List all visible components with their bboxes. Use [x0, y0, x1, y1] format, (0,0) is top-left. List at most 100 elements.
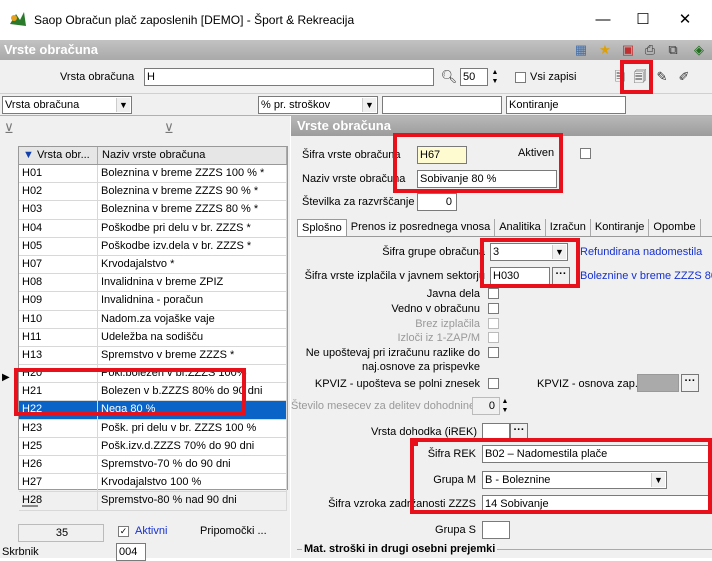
cell-name: Pošk.izv.d.ZZZS 70% do 90 dni	[98, 437, 287, 455]
stevilo-mesecev-input[interactable]: 0	[472, 397, 500, 415]
stevilka-input[interactable]: 0	[417, 193, 457, 211]
table-row[interactable]: H02 Boleznina v breme ZZZS 90 % *	[19, 183, 287, 202]
maximize-button[interactable]: ☐	[628, 9, 658, 31]
table-row[interactable]: H01 Boleznina v breme ZZZS 100 % *	[19, 165, 287, 184]
minimize-button[interactable]: —	[588, 9, 618, 31]
javna-dela-checkbox[interactable]	[488, 288, 499, 299]
stevilo-spinner[interactable]: ▲ ▼	[500, 397, 510, 415]
delete-record-icon[interactable]: ✐	[675, 68, 693, 86]
grid-icon[interactable]: ▦	[572, 41, 590, 59]
aktiven-checkbox[interactable]	[580, 148, 591, 159]
grid-header: ▼ Vrsta obr... Naziv vrste obračuna	[19, 147, 287, 165]
izloci-checkbox[interactable]	[488, 332, 499, 343]
izplacila-label: Šifra vrste izplačila v javnem sektorju	[304, 270, 485, 282]
cell-name: Udeležba na sodišču	[98, 328, 287, 346]
javna-dela-label: Javna dela	[426, 288, 480, 300]
neupostevaj-label: Ne upoštevaj pri izračunu razlike do	[305, 347, 480, 359]
cell-code: H05	[19, 237, 98, 255]
grupa-s-input[interactable]	[482, 521, 510, 539]
copy-icon[interactable]: ⧉	[664, 41, 682, 59]
table-row[interactable]: H05 Poškodbe izv.dela v br. ZZZS *	[19, 237, 287, 256]
cell-name: Pošk. pri delu v br. ZZZS 100 %	[98, 419, 287, 437]
kpviz-lookup-button[interactable]: ···	[681, 374, 699, 392]
vedno-checkbox[interactable]	[488, 303, 499, 314]
sifra-label: Šifra vrste obračuna	[302, 149, 401, 161]
vedno-label: Vedno v obračunu	[391, 303, 480, 315]
table-row[interactable]: H13 Spremstvo v breme ZZZS *	[19, 346, 287, 366]
search-input[interactable]: H	[144, 68, 434, 86]
section-title: Vrste obračuna	[4, 42, 98, 57]
col-header-code[interactable]: ▼ Vrsta obr...	[19, 147, 98, 164]
table-row[interactable]: H11 Udeležba na sodišču	[19, 328, 287, 347]
kpviz-label: KPVIZ - upošteva se polni znesek	[314, 378, 480, 390]
close-button[interactable]: ✕	[670, 9, 700, 31]
cell-name: Krvodajalstvo 100 %	[98, 474, 287, 492]
cell-code: H10	[19, 310, 98, 328]
table-row[interactable]: H08 Invalidnina v breme ZPIZ	[19, 274, 287, 293]
filter-icon[interactable]: ⊻	[160, 120, 178, 138]
tab-prenos[interactable]: Prenos iz posrednega vnosa	[347, 219, 496, 236]
naziv-label: Naziv vrste obračuna	[302, 173, 406, 185]
table-row[interactable]: H27 Krvodajalstvo 100 %	[19, 474, 287, 493]
cell-code: H09	[19, 292, 98, 310]
cell-name: Spremstvo v breme ZZZS *	[98, 346, 287, 365]
active-checkbox[interactable]: ✓	[118, 526, 129, 537]
record-count-input[interactable]: 50	[460, 68, 488, 86]
count-spinner[interactable]: ▲ ▼	[490, 68, 500, 86]
kpviz-checkbox[interactable]	[488, 378, 499, 389]
filter-vrsta-obracuna[interactable]: Vrsta obračuna ▼	[2, 96, 132, 114]
tab-splosno[interactable]: Splošno	[297, 219, 347, 236]
tab-analitika[interactable]: Analitika	[495, 219, 546, 236]
skrbnik-label: Skrbnik	[2, 546, 39, 558]
mat-stroski-label: Mat. stroški in drugi osebni prejemki	[302, 543, 498, 555]
tools-button[interactable]: Pripomočki ...	[200, 525, 267, 537]
brez-checkbox[interactable]	[488, 318, 499, 329]
table-row[interactable]: H03 Boleznina v breme ZZZS 80 % *	[19, 201, 287, 220]
izplacila-link[interactable]: Boleznine v breme ZZZS 80	[580, 270, 712, 282]
table-row[interactable]: H26 Spremstvo-70 % do 90 dni	[19, 456, 287, 475]
tab-kontiranje[interactable]: Kontiranje	[591, 219, 650, 236]
table-row[interactable]: H09 Invalidnina - poračun	[19, 292, 287, 311]
cell-code: H13	[19, 346, 98, 365]
cell-name: Poškodbe pri delu v br. ZZZS *	[98, 219, 287, 237]
col-header-name[interactable]: Naziv vrste obračuna	[98, 147, 287, 164]
chevron-down-icon[interactable]: ▼	[362, 98, 376, 112]
cell-code: H04	[19, 219, 98, 237]
cell-code: H11	[19, 328, 98, 346]
filter-empty[interactable]	[382, 96, 502, 114]
cell-name: Poškodbe izv.dela v br. ZZZS *	[98, 237, 287, 255]
cell-name: Boleznina v breme ZZZS 100 % *	[98, 165, 287, 183]
table-row[interactable]: H10 Nadom.za vojaške vaje	[19, 310, 287, 329]
stevilka-label: Številka za razvrščanje	[302, 196, 415, 208]
export-icon[interactable]: ◈	[690, 41, 708, 59]
filter-stroskov[interactable]: % pr. stroškov ▼	[258, 96, 378, 114]
table-row[interactable]: H23 Pošk. pri delu v br. ZZZS 100 %	[19, 419, 287, 438]
document-icon[interactable]: ▣	[619, 41, 637, 59]
active-label: Aktivni	[135, 525, 168, 537]
edit-record-icon[interactable]: ✎	[653, 68, 671, 86]
kpviz-osnova-input[interactable]	[637, 374, 679, 392]
highlight-header-fields	[393, 133, 563, 193]
neupostevaj-checkbox[interactable]	[488, 347, 499, 358]
star-icon[interactable]: ★	[596, 41, 614, 59]
filter-icon[interactable]: ⊻	[0, 120, 18, 138]
vrsta-dohodka-label: Vrsta dohodka (iREK)	[371, 426, 477, 438]
table-row[interactable]: H07 Krvodajalstvo *	[19, 255, 287, 275]
chevron-down-icon[interactable]: ▼	[116, 98, 130, 112]
search-icon[interactable]: 🔍︎	[440, 68, 458, 86]
table-row[interactable]: H28 Spremstvo-80 % nad 90 dni	[19, 492, 287, 511]
table-row[interactable]: H25 Pošk.izv.d.ZZZS 70% do 90 dni	[19, 437, 287, 456]
grupa-link[interactable]: Refundirana nadomestila	[580, 246, 702, 258]
all-records-label: Vsi zapisi	[530, 71, 577, 83]
cell-code: H08	[19, 274, 98, 292]
tab-opombe[interactable]: Opombe	[649, 219, 701, 236]
cell-name: Invalidnina v breme ZPIZ	[98, 274, 287, 292]
cell-code: H07	[19, 255, 98, 274]
tab-izracun[interactable]: Izračun	[546, 219, 591, 236]
all-records-checkbox[interactable]	[515, 72, 526, 83]
skrbnik-input[interactable]: 004	[116, 543, 146, 561]
print-icon[interactable]: ⎙	[641, 41, 659, 59]
table-row[interactable]: H04 Poškodbe pri delu v br. ZZZS *	[19, 219, 287, 238]
records-grid: ▼ Vrsta obr... Naziv vrste obračuna H01 B…	[18, 146, 288, 511]
filter-kontiranje[interactable]: Kontiranje	[506, 96, 626, 114]
